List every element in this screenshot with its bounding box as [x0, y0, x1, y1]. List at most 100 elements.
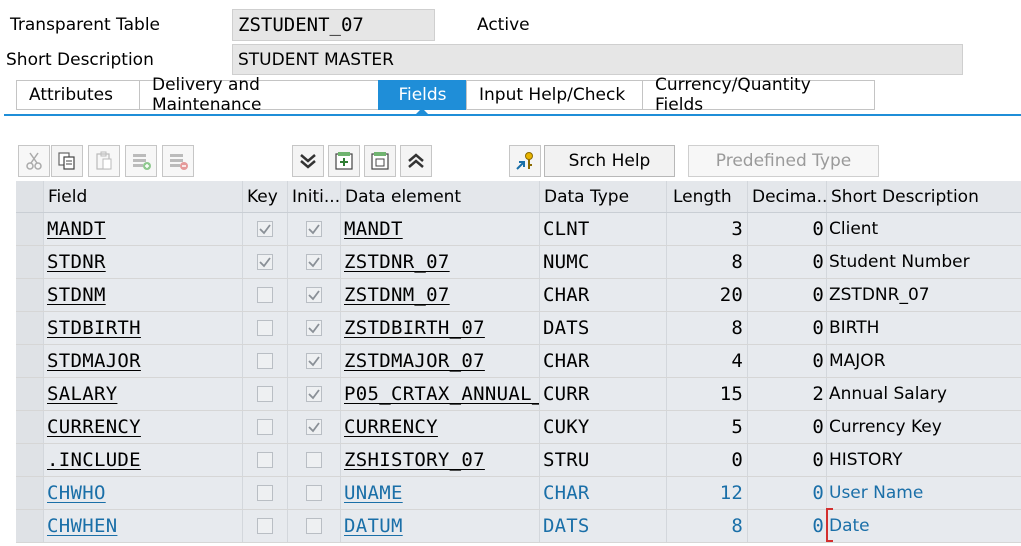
field-name-cell[interactable]: MANDT [44, 213, 243, 245]
col-header-initial[interactable]: Initi... [288, 181, 341, 212]
field-name-cell[interactable]: STDBIRTH [44, 312, 243, 344]
initial-values-checkbox[interactable] [306, 485, 322, 501]
field-name-link[interactable]: SALARY [47, 383, 117, 405]
data-element-cell[interactable]: ZSTDBIRTH_07 [341, 312, 540, 344]
initial-values-checkbox[interactable] [306, 452, 322, 468]
initial-values-checkbox[interactable] [306, 254, 322, 270]
row-selector[interactable] [16, 411, 44, 443]
field-name-cell[interactable]: SALARY [44, 378, 243, 410]
data-element-cell[interactable]: P05_CRTAX_ANNUAL_ [341, 378, 540, 410]
srch-help-button[interactable]: Srch Help [544, 145, 675, 177]
key-checkbox[interactable] [257, 386, 273, 402]
field-name-link[interactable]: STDNR [47, 251, 106, 273]
data-element-link[interactable]: DATUM [344, 515, 403, 537]
row-selector[interactable] [16, 312, 44, 344]
delete-row-icon[interactable] [162, 145, 194, 177]
data-element-link[interactable]: UNAME [344, 482, 403, 504]
table-row[interactable]: STDMAJOR ZSTDMAJOR_07 CHAR 4 0 MAJOR [16, 345, 1021, 378]
tab-fields[interactable]: Fields [378, 80, 466, 110]
data-element-cell[interactable]: CURRENCY [341, 411, 540, 443]
field-name-link[interactable]: STDMAJOR [47, 350, 141, 372]
field-name-cell[interactable]: .INCLUDE [44, 444, 243, 476]
field-name-cell[interactable]: STDMAJOR [44, 345, 243, 377]
data-element-link[interactable]: P05_CRTAX_ANNUAL_ [344, 383, 539, 405]
paste-icon[interactable] [88, 145, 120, 177]
field-name-link[interactable]: CHWHO [47, 482, 106, 504]
data-element-link[interactable]: MANDT [344, 218, 403, 240]
col-header-decimals[interactable]: Decima... [748, 181, 827, 212]
field-name-link[interactable]: CURRENCY [47, 416, 141, 438]
data-element-cell[interactable]: DATUM [341, 510, 540, 542]
initial-values-checkbox[interactable] [306, 353, 322, 369]
table-row[interactable]: SALARY P05_CRTAX_ANNUAL_ CURR 15 2 Annual Sal… [16, 378, 1021, 411]
data-element-link[interactable]: ZSHISTORY_07 [344, 449, 485, 471]
copy-icon[interactable] [51, 145, 83, 177]
table-row[interactable]: CHWHEN DATUM DATS 8 0 Date [16, 510, 1021, 543]
key-checkbox[interactable] [257, 254, 273, 270]
tab-currency-quantity[interactable]: Currency/Quantity Fields [642, 75, 875, 115]
key-checkbox[interactable] [257, 419, 273, 435]
tab-delivery-maintenance[interactable]: Delivery and Maintenance [139, 75, 378, 115]
collapse-up-icon[interactable] [400, 145, 432, 177]
col-header-length[interactable]: Length [667, 181, 748, 212]
data-element-cell[interactable]: ZSHISTORY_07 [341, 444, 540, 476]
key-checkbox[interactable] [257, 353, 273, 369]
key-checkbox[interactable] [257, 221, 273, 237]
field-name-cell[interactable]: CHWHO [44, 477, 243, 509]
field-name-link[interactable]: CHWHEN [47, 515, 117, 537]
data-element-link[interactable]: ZSTDNM_07 [344, 284, 450, 306]
initial-values-checkbox[interactable] [306, 221, 322, 237]
select-all-cell[interactable] [16, 181, 44, 212]
field-name-cell[interactable]: STDNM [44, 279, 243, 311]
row-selector[interactable] [16, 444, 44, 476]
field-name-cell[interactable]: STDNR [44, 246, 243, 278]
col-header-key[interactable]: Key [243, 181, 288, 212]
table-row[interactable]: MANDT MANDT CLNT 3 0 Client [16, 213, 1021, 246]
col-header-data-element[interactable]: Data element [341, 181, 540, 212]
row-selector[interactable] [16, 477, 44, 509]
field-name-link[interactable]: MANDT [47, 218, 106, 240]
col-header-short-description[interactable]: Short Description [827, 181, 1021, 212]
key-checkbox[interactable] [257, 287, 273, 303]
initial-values-checkbox[interactable] [306, 386, 322, 402]
cut-icon[interactable] [18, 145, 50, 177]
predefined-type-button[interactable]: Predefined Type [688, 145, 879, 177]
data-element-link[interactable]: ZSTDBIRTH_07 [344, 317, 485, 339]
table-row[interactable]: STDNR ZSTDNR_07 NUMC 8 0 Student Number [16, 246, 1021, 279]
initial-values-checkbox[interactable] [306, 287, 322, 303]
table-row[interactable]: CHWHO UNAME CHAR 12 0 User Name [16, 477, 1021, 510]
add-field-icon[interactable] [328, 145, 360, 177]
field-name-cell[interactable]: CURRENCY [44, 411, 243, 443]
data-element-link[interactable]: ZSTDNR_07 [344, 251, 450, 273]
key-checkbox[interactable] [257, 320, 273, 336]
short-desc-field[interactable]: STUDENT MASTER [232, 44, 963, 75]
row-selector[interactable] [16, 510, 44, 542]
tab-input-help-check[interactable]: Input Help/Check [466, 80, 642, 110]
insert-row-icon[interactable] [125, 145, 157, 177]
col-header-field[interactable]: Field [44, 181, 243, 212]
table-row[interactable]: CURRENCY CURRENCY CUKY 5 0 Currency Key [16, 411, 1021, 444]
row-selector[interactable] [16, 246, 44, 278]
key-checkbox[interactable] [257, 452, 273, 468]
row-selector[interactable] [16, 378, 44, 410]
field-name-link[interactable]: .INCLUDE [47, 449, 141, 471]
key-checkbox[interactable] [257, 518, 273, 534]
initial-values-checkbox[interactable] [306, 419, 322, 435]
data-element-cell[interactable]: ZSTDNR_07 [341, 246, 540, 278]
row-selector[interactable] [16, 213, 44, 245]
col-header-data-type[interactable]: Data Type [540, 181, 667, 212]
collapse-down-icon[interactable] [292, 145, 324, 177]
data-element-cell[interactable]: UNAME [341, 477, 540, 509]
table-row[interactable]: STDNM ZSTDNM_07 CHAR 20 0 ZSTDNR_07 [16, 279, 1021, 312]
data-element-cell[interactable]: ZSTDMAJOR_07 [341, 345, 540, 377]
field-name-link[interactable]: STDNM [47, 284, 106, 306]
initial-values-checkbox[interactable] [306, 518, 322, 534]
object-name-field[interactable]: ZSTUDENT_07 [232, 9, 435, 41]
initial-values-checkbox[interactable] [306, 320, 322, 336]
subtract-field-icon[interactable] [364, 145, 396, 177]
row-selector[interactable] [16, 279, 44, 311]
data-element-cell[interactable]: MANDT [341, 213, 540, 245]
row-selector[interactable] [16, 345, 44, 377]
key-checkbox[interactable] [257, 485, 273, 501]
field-name-cell[interactable]: CHWHEN [44, 510, 243, 542]
